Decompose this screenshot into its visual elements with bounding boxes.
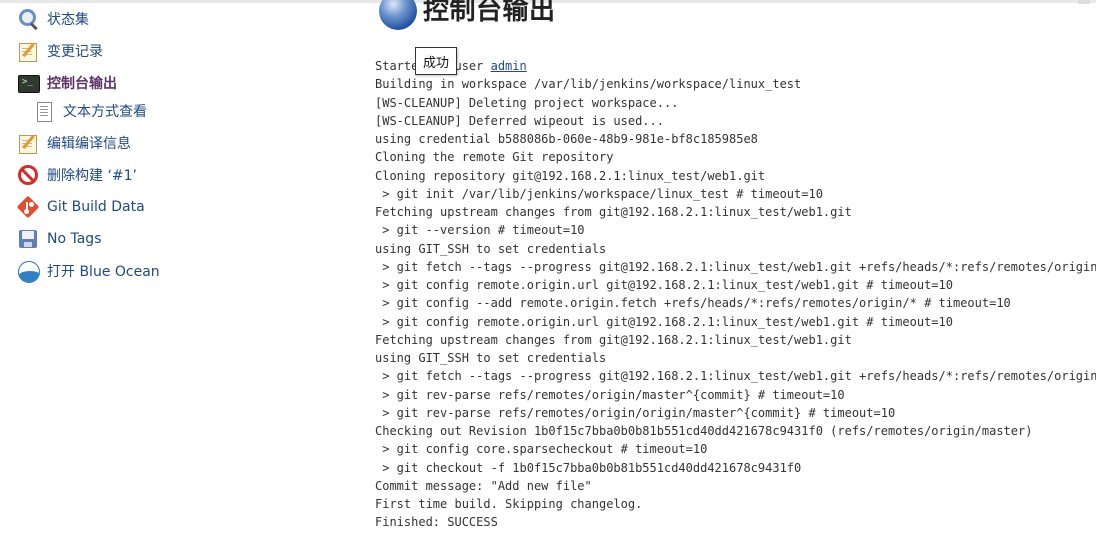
- sidebar-item-plain-text[interactable]: 文本方式查看: [33, 99, 147, 123]
- console-lines: Building in workspace /var/lib/jenkins/w…: [375, 75, 1096, 531]
- status-ball-icon: [379, 0, 417, 30]
- console-line: Commit message: "Add new file": [375, 478, 592, 493]
- console-line: using GIT_SSH to set credentials: [375, 351, 607, 365]
- sidebar-item-blue-ocean[interactable]: 打开 Blue Ocean: [17, 259, 160, 283]
- console-line: > git config remote.origin.url git@192.1…: [375, 278, 953, 292]
- sidebar-item-label: 编辑编译信息: [47, 136, 131, 152]
- console-line: [WS-CLEANUP] Deferred wipeout is used...: [375, 113, 664, 128]
- sidebar-item-label: 文本方式查看: [63, 104, 147, 120]
- console-output: Started by user admin Building in worksp…: [375, 57, 1096, 532]
- console-line: First time build. Skipping changelog.: [375, 497, 643, 511]
- console-line: > git fetch --tags --progress git@192.16…: [375, 369, 1096, 384]
- floppy-icon: [17, 228, 39, 250]
- console-line: > git checkout -f 1b0f15c7bba0b0b81b551c…: [375, 460, 802, 475]
- notepad-icon: [17, 132, 39, 154]
- status-tooltip: 成功: [415, 47, 457, 75]
- delete-icon: [17, 164, 39, 186]
- user-link[interactable]: admin: [491, 59, 527, 73]
- blue-ocean-icon: [17, 260, 40, 283]
- console-line: > git fetch --tags --progress git@192.16…: [375, 259, 1096, 274]
- sidebar-item-label: Git Build Data: [47, 199, 145, 215]
- sidebar-item-label: 状态集: [47, 12, 89, 28]
- console-line: using GIT_SSH to set credentials: [375, 241, 607, 256]
- sidebar-item-label: 变更记录: [47, 44, 103, 60]
- corner-mark: [1078, 0, 1090, 4]
- console-line: [WS-CLEANUP] Deleting project workspace.…: [375, 95, 679, 110]
- console-line: > git init /var/lib/jenkins/workspace/li…: [375, 186, 823, 201]
- console-line: > git config --add remote.origin.fetch +…: [375, 296, 1011, 311]
- git-icon: [16, 195, 40, 219]
- sidebar-item-status[interactable]: 状态集: [17, 7, 89, 31]
- console-line: Cloning repository git@192.168.2.1:linux…: [375, 168, 766, 183]
- console-line: > git config core.sparsecheckout # timeo…: [375, 442, 708, 457]
- sidebar-item-delete-build[interactable]: 删除构建 ‘#1’: [17, 163, 137, 187]
- sidebar-item-no-tags[interactable]: No Tags: [17, 227, 101, 251]
- sidebar-item-console-output[interactable]: >_ 控制台输出: [17, 71, 117, 95]
- console-line: Checking out Revision 1b0f15c7bba0b0b81b…: [375, 424, 1033, 438]
- page-title: 控制台输出: [423, 0, 556, 26]
- console-line: > git --version # timeout=10: [375, 223, 585, 238]
- console-line: Cloning the remote Git repository: [375, 150, 614, 165]
- sidebar-item-git-build-data[interactable]: Git Build Data: [16, 195, 145, 219]
- sidebar-item-label: 控制台输出: [47, 76, 117, 92]
- sidebar-item-label: No Tags: [47, 231, 102, 247]
- sidebar-item-label: 删除构建 ‘#1’: [47, 168, 137, 184]
- notepad-icon: [17, 40, 39, 62]
- console-line: using credential b588086b-060e-48b9-981e…: [375, 132, 758, 146]
- terminal-icon: >_: [17, 72, 40, 94]
- sidebar-item-edit-build-info[interactable]: 编辑编译信息: [17, 131, 131, 155]
- console-line: Building in workspace /var/lib/jenkins/w…: [375, 77, 802, 92]
- document-icon: [33, 100, 55, 122]
- console-line: > git config remote.origin.url git@192.1…: [375, 314, 953, 329]
- console-line: Finished: SUCCESS: [375, 515, 498, 530]
- sidebar-item-changes[interactable]: 变更记录: [17, 39, 103, 63]
- console-line: > git rev-parse refs/remotes/origin/orig…: [375, 405, 896, 420]
- sidebar-item-label: 打开 Blue Ocean: [47, 264, 160, 280]
- page-heading: 控制台输出: [379, 0, 556, 30]
- console-line: Fetching upstream changes from git@192.1…: [375, 205, 852, 219]
- search-icon: [17, 8, 39, 31]
- console-line: Fetching upstream changes from git@192.1…: [375, 332, 852, 347]
- console-line: > git rev-parse refs/remotes/origin/mast…: [375, 387, 845, 402]
